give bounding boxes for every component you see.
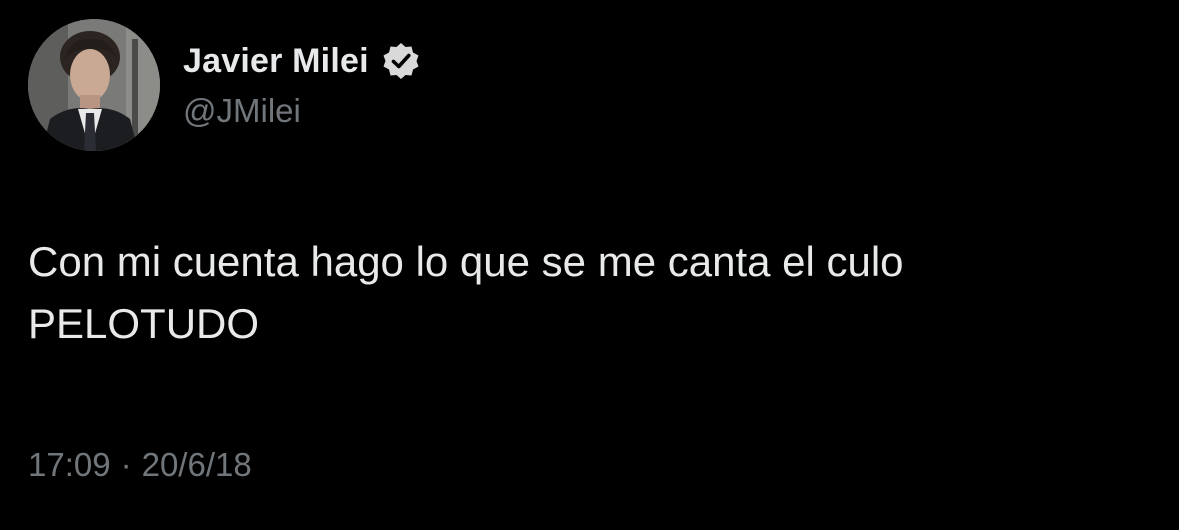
avatar[interactable] [28,19,160,151]
tweet-text-line: Con mi cuenta hago lo que se me canta el… [28,238,904,285]
tweet-time: 17:09 [28,446,111,483]
tweet-text-line: PELOTUDO [28,300,260,347]
tweet-card: Javier Milei @JMilei Con mi cuenta hago … [0,0,1179,530]
tweet-date: 20/6/18 [141,446,252,483]
tweet-timestamp[interactable]: 17:09 · 20/6/18 [28,446,252,484]
tweet-text: Con mi cuenta hago lo que se me canta el… [28,231,1148,355]
verified-badge-icon[interactable] [381,41,421,81]
author-name-row: Javier Milei [183,36,421,86]
author-display-name[interactable]: Javier Milei [183,42,369,81]
timestamp-separator: · [120,446,132,483]
author-handle[interactable]: @JMilei [183,92,301,130]
avatar-photo [28,19,160,151]
